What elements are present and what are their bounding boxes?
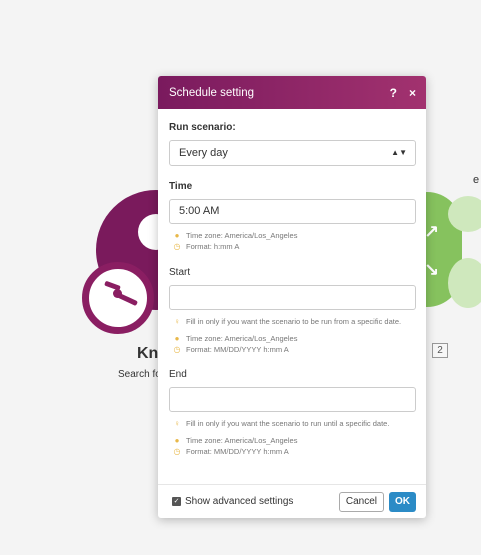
- close-icon[interactable]: ×: [409, 86, 416, 100]
- time-format-text: Format: h:mm A: [186, 242, 240, 251]
- start-time-zone-text: Time zone: America/Los_Angeles: [186, 334, 298, 343]
- run-scenario-value: Every day: [179, 147, 228, 159]
- dialog-header: Schedule setting ? ×: [158, 76, 426, 109]
- dialog-footer: ✓ Show advanced settings Cancel OK: [158, 484, 426, 518]
- show-advanced-label[interactable]: Show advanced settings: [185, 496, 339, 507]
- end-input[interactable]: [169, 387, 416, 412]
- module-right-connector: [448, 258, 481, 308]
- help-icon[interactable]: ?: [390, 86, 397, 100]
- dialog-body: Run scenario: Every day ▲▼ Time 5:00 AM …: [158, 122, 426, 457]
- start-format-hint: ◷ Format: MM/DD/YYYY h:mm A: [172, 344, 416, 355]
- time-input[interactable]: 5:00 AM: [169, 199, 416, 224]
- schedule-setting-dialog: Schedule setting ? × Run scenario: Every…: [158, 76, 426, 518]
- clock-icon: ◷: [173, 345, 181, 354]
- globe-icon: ●: [174, 231, 180, 240]
- up-down-caret-icon: ▲▼: [391, 148, 407, 157]
- start-hints: ♀ Fill in only if you want the scenario …: [169, 316, 416, 355]
- cancel-button[interactable]: Cancel: [338, 491, 384, 512]
- lightbulb-icon: ♀: [174, 317, 180, 326]
- end-hints: ♀ Fill in only if you want the scenario …: [169, 418, 416, 457]
- run-scenario-select[interactable]: Every day ▲▼: [169, 140, 416, 166]
- end-info-text: Fill in only if you want the scenario to…: [186, 419, 390, 428]
- lightbulb-icon: ♀: [174, 419, 180, 428]
- start-input[interactable]: [169, 285, 416, 310]
- module-right-connector: [448, 196, 481, 232]
- module-left-subtitle: Search fo: [118, 369, 161, 380]
- end-info-hint: ♀ Fill in only if you want the scenario …: [172, 418, 416, 429]
- start-label: Start: [169, 267, 191, 278]
- time-hints: ● Time zone: America/Los_Angeles ◷ Forma…: [169, 230, 416, 252]
- arrow-icon: ↗: [424, 222, 440, 242]
- end-time-zone-hint: ● Time zone: America/Los_Angeles: [172, 435, 416, 446]
- start-info-text: Fill in only if you want the scenario to…: [186, 317, 402, 326]
- module-number-badge: 2: [432, 343, 448, 358]
- end-time-zone-text: Time zone: America/Los_Angeles: [186, 436, 298, 445]
- globe-icon: ●: [174, 334, 180, 343]
- end-format-hint: ◷ Format: MM/DD/YYYY h:mm A: [172, 446, 416, 457]
- clock-center-icon: [113, 289, 122, 298]
- clock-icon: ◷: [173, 447, 181, 456]
- time-zone-hint: ● Time zone: America/Los_Angeles: [172, 230, 416, 241]
- end-format-text: Format: MM/DD/YYYY h:mm A: [186, 447, 289, 456]
- ok-button[interactable]: OK: [389, 491, 416, 512]
- start-info-hint: ♀ Fill in only if you want the scenario …: [172, 316, 416, 327]
- time-zone-text: Time zone: America/Los_Angeles: [186, 231, 298, 240]
- module-right-label: e: [473, 174, 480, 186]
- time-format-hint: ◷ Format: h:mm A: [172, 241, 416, 252]
- dialog-title: Schedule setting: [169, 86, 255, 99]
- globe-icon: ●: [174, 436, 180, 445]
- show-advanced-checkbox[interactable]: ✓: [172, 497, 181, 506]
- arrow-icon: ↘: [424, 260, 440, 280]
- start-format-text: Format: MM/DD/YYYY h:mm A: [186, 345, 289, 354]
- time-label: Time: [169, 181, 193, 192]
- module-left-title: Kn: [137, 345, 159, 362]
- end-label: End: [169, 369, 187, 380]
- start-time-zone-hint: ● Time zone: America/Los_Angeles: [172, 333, 416, 344]
- run-scenario-label: Run scenario:: [169, 122, 236, 133]
- clock-icon: ◷: [173, 242, 181, 251]
